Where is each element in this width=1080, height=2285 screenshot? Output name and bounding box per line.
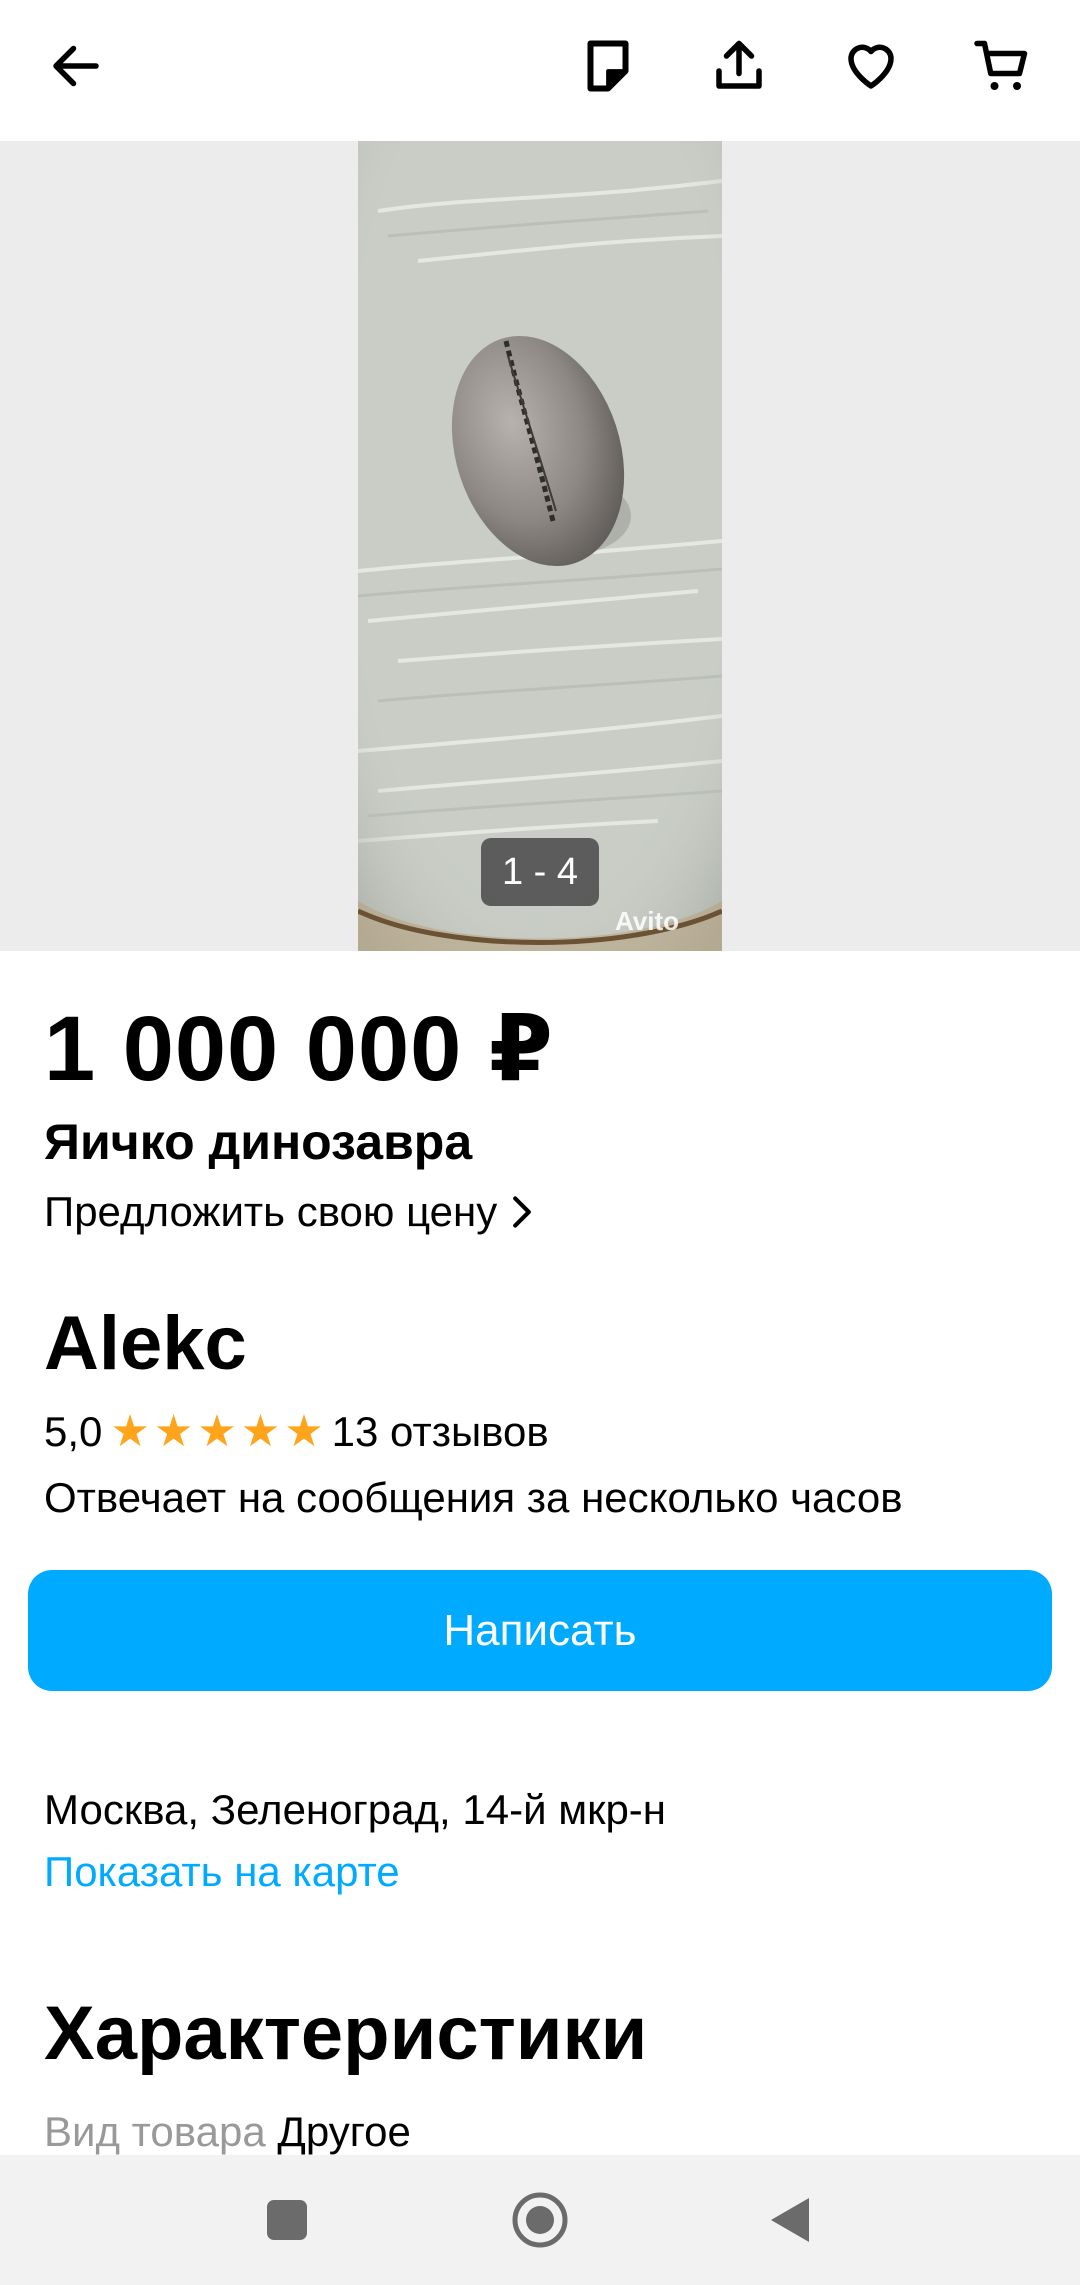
recents-icon[interactable] xyxy=(252,2185,322,2255)
top-toolbar xyxy=(0,0,1080,141)
star-icon: ★ xyxy=(153,1407,194,1456)
back-arrow-icon[interactable] xyxy=(34,24,118,108)
response-time: Отвечает на сообщения за несколько часов xyxy=(44,1474,903,1521)
write-message-button[interactable]: Написать xyxy=(28,1570,1052,1691)
reviews-count: 13 отзывов xyxy=(331,1408,549,1455)
spec-key: Вид товара xyxy=(44,2108,266,2155)
address: Москва, Зеленоград, 14-й мкр-н xyxy=(44,1786,666,1833)
heart-icon[interactable] xyxy=(829,24,913,108)
note-icon[interactable] xyxy=(566,24,650,108)
show-on-map-link[interactable]: Показать на карте xyxy=(44,1848,400,1896)
specs-heading: Характеристики xyxy=(44,1991,648,2076)
back-nav-icon[interactable] xyxy=(755,2185,825,2255)
seller-rating[interactable]: 5,0 ★ ★ ★ ★ ★ 13 отзывов xyxy=(44,1408,549,1456)
offer-price-label: Предложить свою цену xyxy=(44,1188,498,1235)
listing-price: 1 000 000 ₽ xyxy=(44,998,554,1100)
listing-title: Яичко динозавра xyxy=(44,1114,473,1170)
star-icon: ★ xyxy=(240,1407,281,1456)
rating-stars: ★ ★ ★ ★ ★ xyxy=(108,1410,325,1454)
spec-row: Вид товара Другое xyxy=(44,2108,411,2156)
star-icon: ★ xyxy=(197,1407,237,1456)
photo-gallery[interactable]: 1 - 4 Avito xyxy=(0,141,1080,951)
chevron-right-icon xyxy=(513,1196,532,1228)
share-icon[interactable] xyxy=(697,24,781,108)
rating-value: 5,0 xyxy=(44,1408,103,1455)
offer-price-link[interactable]: Предложить свою цену xyxy=(44,1188,533,1236)
star-icon: ★ xyxy=(284,1407,324,1456)
system-nav-bar xyxy=(0,2155,1080,2285)
seller-name[interactable]: Alekc xyxy=(44,1300,247,1387)
home-icon[interactable] xyxy=(505,2185,575,2255)
photo-counter: 1 - 4 xyxy=(481,838,599,906)
spec-value: Другое xyxy=(277,2108,411,2155)
avito-watermark: Avito xyxy=(615,906,680,936)
cart-icon[interactable] xyxy=(960,24,1044,108)
star-icon: ★ xyxy=(110,1407,150,1456)
listing-photo[interactable] xyxy=(358,141,722,951)
